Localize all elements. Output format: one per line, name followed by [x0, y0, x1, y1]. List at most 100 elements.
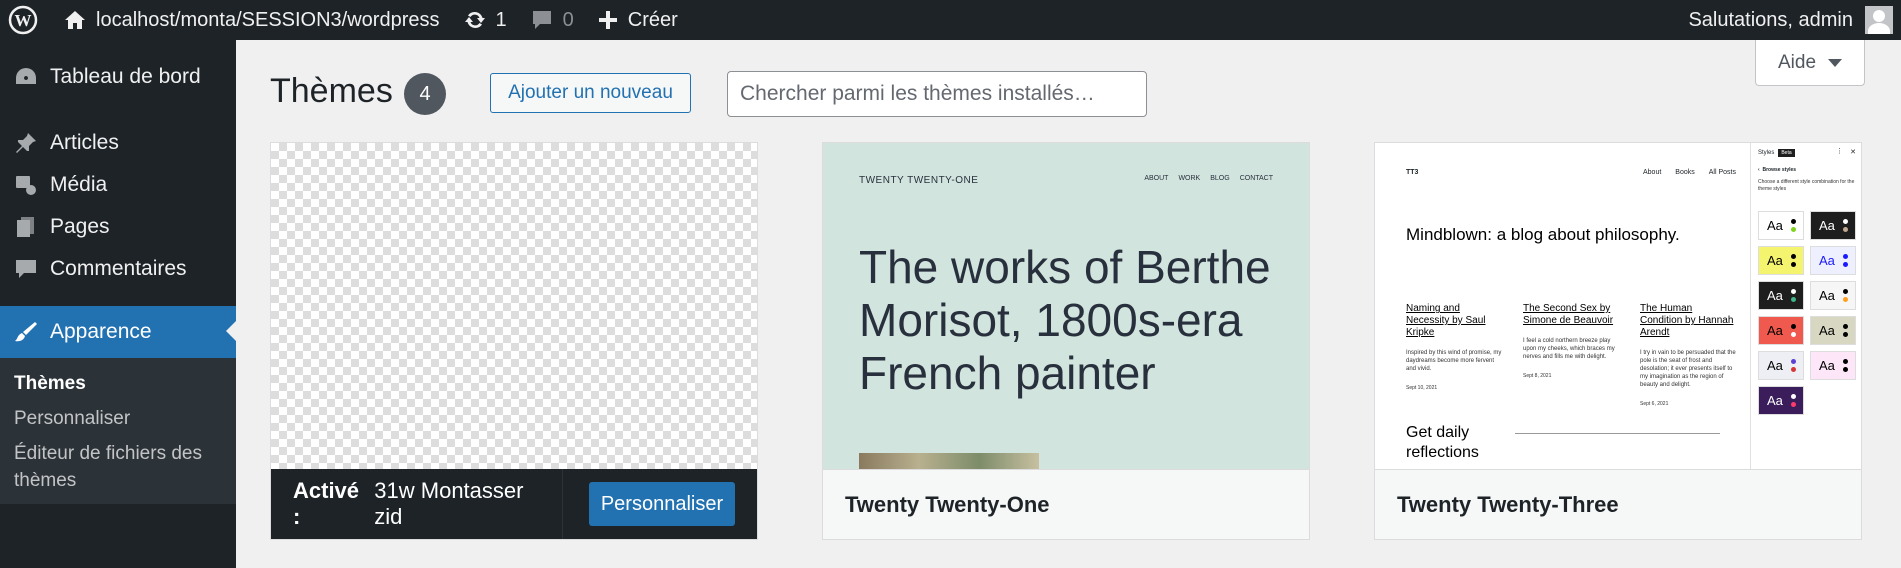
- swatch-dot: [1791, 254, 1796, 259]
- updates-link[interactable]: 1: [452, 0, 519, 40]
- swatch-label: Aa: [1767, 288, 1783, 303]
- swatch-dot: [1843, 332, 1848, 337]
- preview-headline: Mindblown: a blog about philosophy.: [1406, 225, 1680, 244]
- post-date: Sept 6, 2021: [1640, 401, 1669, 407]
- swatch-dots: [1843, 359, 1849, 375]
- browse-styles: ‹ Browse styles: [1758, 167, 1797, 173]
- customize-button[interactable]: Personnaliser: [589, 482, 735, 526]
- browse-styles-label: Browse styles: [1762, 167, 1797, 173]
- sidebar-item-appearance[interactable]: Apparence: [0, 306, 236, 358]
- swatch-dots: [1791, 394, 1797, 410]
- style-swatch: Aa: [1758, 211, 1804, 240]
- swatch-dot: [1791, 219, 1796, 224]
- updates-icon: [464, 11, 485, 29]
- swatch-label: Aa: [1767, 218, 1783, 233]
- post-date: Sept 8, 2021: [1523, 373, 1552, 379]
- swatch-dot: [1843, 254, 1848, 259]
- preview-nav-item: Books: [1675, 169, 1695, 176]
- swatch-dots: [1843, 219, 1849, 235]
- theme-search-input[interactable]: [727, 71, 1147, 117]
- swatch-dot: [1791, 394, 1796, 399]
- theme-card-active[interactable]: Activé : 31w Montasser zid Personnaliser: [270, 142, 758, 540]
- preview-site-title: TWENTY TWENTY-ONE: [859, 175, 979, 186]
- paintbrush-icon: [12, 318, 40, 346]
- theme-name: Twenty Twenty-One: [823, 469, 1309, 539]
- add-new-button[interactable]: Ajouter un nouveau: [490, 73, 691, 113]
- theme-name: 31w Montasser zid: [374, 478, 524, 529]
- post-excerpt: I feel a cold northern breeze play upon …: [1523, 338, 1615, 360]
- svg-text:W: W: [15, 11, 32, 30]
- sidebar-item-comments[interactable]: Commentaires: [0, 244, 236, 294]
- sidebar-item-label: Commentaires: [50, 257, 187, 280]
- preview-nav-item: BLOG: [1210, 175, 1230, 182]
- swatch-dot: [1843, 359, 1848, 364]
- my-account-link[interactable]: Salutations, admin: [1688, 6, 1901, 34]
- admin-bar: W localhost/monta/SESSION3/wordpress 1 0…: [0, 0, 1901, 40]
- theme-screenshot[interactable]: [271, 143, 757, 469]
- preview-divider: [1515, 433, 1720, 434]
- style-swatch: Aa: [1810, 246, 1856, 275]
- swatch-dot: [1791, 332, 1796, 337]
- dashboard-icon: [12, 63, 40, 91]
- greeting: Salutations, admin: [1688, 8, 1853, 31]
- swatch-dots: [1791, 359, 1797, 375]
- site-name: localhost/monta/SESSION3/wordpress: [96, 8, 440, 31]
- post-excerpt: I try in vain to be persuaded that the p…: [1640, 350, 1736, 388]
- style-swatch: Aa: [1810, 351, 1856, 380]
- swatch-dots: [1791, 289, 1797, 305]
- sidebar-item-label: Articles: [50, 131, 119, 154]
- post-title: The Human Condition by Hannah Arendt: [1640, 303, 1734, 338]
- active-label: Activé :: [293, 478, 360, 529]
- divider: [562, 469, 563, 539]
- appearance-submenu: Thèmes Personnaliser Éditeur de fichiers…: [0, 358, 236, 504]
- style-swatch: Aa: [1758, 386, 1804, 415]
- submenu-item-customize[interactable]: Personnaliser: [0, 401, 236, 436]
- swatch-dot: [1791, 367, 1796, 372]
- plus-icon: [598, 11, 617, 29]
- close-icon: ✕: [1850, 149, 1856, 156]
- swatch-dot: [1791, 359, 1796, 364]
- submenu-item-themes[interactable]: Thèmes: [0, 366, 236, 401]
- submenu-item-theme-editor[interactable]: Éditeur de fichiers des thèmes: [0, 436, 236, 498]
- wordpress-logo-icon[interactable]: W: [0, 0, 46, 40]
- swatch-label: Aa: [1819, 253, 1835, 268]
- swatch-dot: [1843, 219, 1848, 224]
- swatch-label: Aa: [1767, 253, 1783, 268]
- style-swatch: Aa: [1810, 211, 1856, 240]
- swatch-dot: [1843, 367, 1848, 372]
- theme-card[interactable]: TT3 About Books All Posts Mindblown: a b…: [1374, 142, 1862, 540]
- comments-count: 0: [562, 8, 574, 31]
- updates-count: 1: [495, 8, 507, 31]
- swatch-dots: [1843, 324, 1849, 340]
- comments-link[interactable]: 0: [519, 0, 586, 40]
- styles-panel-header: Styles Beta: [1758, 149, 1795, 157]
- site-name-link[interactable]: localhost/monta/SESSION3/wordpress: [52, 0, 452, 40]
- preview-posts: Naming and Necessity by Saul Kripke Insp…: [1406, 303, 1737, 407]
- swatch-dot: [1843, 227, 1848, 232]
- comment-icon: [532, 11, 551, 29]
- sidebar-item-dashboard[interactable]: Tableau de bord: [0, 52, 236, 102]
- active-theme-info: Activé : 31w Montasser zid: [293, 469, 548, 539]
- preview-nav: ABOUT WORK BLOG CONTACT: [1144, 175, 1273, 182]
- preview-nav-item: All Posts: [1708, 169, 1736, 176]
- preview-daily: Get daily reflections: [1406, 424, 1479, 461]
- theme-card[interactable]: TWENTY TWENTY-ONE ABOUT WORK BLOG CONTAC…: [822, 142, 1310, 540]
- new-content-link[interactable]: Créer: [586, 0, 690, 40]
- preview-post: Naming and Necessity by Saul Kripke Insp…: [1406, 303, 1503, 407]
- swatch-label: Aa: [1819, 288, 1835, 303]
- style-swatch: Aa: [1758, 351, 1804, 380]
- swatch-label: Aa: [1819, 218, 1835, 233]
- page-title: Thèmes: [270, 72, 393, 110]
- theme-screenshot[interactable]: TT3 About Books All Posts Mindblown: a b…: [1375, 143, 1861, 469]
- preview-brand: TT3: [1406, 169, 1419, 176]
- swatch-dot: [1843, 289, 1848, 294]
- help-button[interactable]: Aide: [1755, 40, 1865, 86]
- swatch-dot: [1843, 297, 1848, 302]
- style-swatch: Aa: [1810, 281, 1856, 310]
- help-label: Aide: [1777, 51, 1817, 73]
- theme-screenshot[interactable]: TWENTY TWENTY-ONE ABOUT WORK BLOG CONTAC…: [823, 143, 1309, 469]
- new-label: Créer: [627, 8, 678, 31]
- preview-nav-item: CONTACT: [1239, 175, 1273, 182]
- post-title: Naming and Necessity by Saul Kripke: [1406, 303, 1486, 338]
- preview-painting-image: [859, 453, 1039, 469]
